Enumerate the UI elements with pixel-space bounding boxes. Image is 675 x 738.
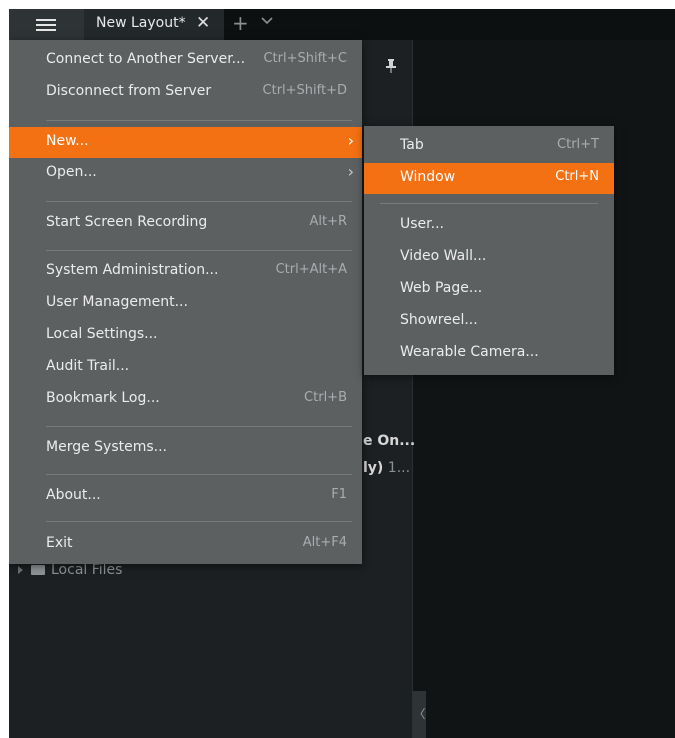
submenu-item-web-page[interactable]: Web Page...: [364, 274, 614, 305]
menu-item-local-settings[interactable]: Local Settings...: [9, 320, 362, 351]
tab-label: New Layout*: [96, 15, 186, 31]
menu-item-shortcut: Ctrl+Shift+C: [263, 51, 347, 66]
submenu-item-video-wall[interactable]: Video Wall...: [364, 242, 614, 273]
menu-item-screen-recording[interactable]: Start Screen Recording Alt+R: [9, 208, 362, 239]
menu-item-system-administration[interactable]: System Administration... Ctrl+Alt+A: [9, 256, 362, 287]
menu-item-label: Start Screen Recording: [46, 214, 208, 230]
chevron-down-icon[interactable]: [259, 13, 275, 29]
tree-item-partial-2-text: ly): [363, 460, 384, 476]
tree-item-partial: e On...: [363, 433, 416, 449]
tree-item-local-files[interactable]: Local Files: [18, 562, 122, 578]
app-window: New Layout* ✕ + e On... ly) 1... Local F…: [9, 9, 675, 738]
menu-item-bookmark-log[interactable]: Bookmark Log... Ctrl+B: [9, 384, 362, 415]
menu-item-label: Local Settings...: [46, 326, 158, 342]
submenu-item-user[interactable]: User...: [364, 210, 614, 241]
close-icon[interactable]: ✕: [196, 13, 210, 33]
menu-item-connect[interactable]: Connect to Another Server... Ctrl+Shift+…: [9, 45, 362, 76]
chevron-left-icon: 〈: [413, 707, 426, 721]
menu-item-label: Showreel...: [400, 312, 478, 328]
menu-item-shortcut: Ctrl+T: [557, 137, 599, 152]
menu-separator: [46, 201, 352, 202]
menu-item-exit[interactable]: Exit Alt+F4: [9, 529, 362, 560]
menu-separator: [46, 474, 352, 475]
menu-item-label: About...: [46, 487, 101, 503]
submenu-item-wearable-camera[interactable]: Wearable Camera...: [364, 338, 614, 369]
menu-item-open[interactable]: Open... ›: [9, 158, 362, 189]
menu-item-about[interactable]: About... F1: [9, 481, 362, 512]
menu-item-user-management[interactable]: User Management...: [9, 288, 362, 319]
menu-item-shortcut: Ctrl+B: [304, 390, 347, 405]
menu-item-label: Disconnect from Server: [46, 83, 212, 99]
menu-item-label: Connect to Another Server...: [46, 51, 246, 67]
menu-item-label: User...: [400, 216, 444, 232]
menu-item-label: Window: [400, 169, 456, 185]
menu-item-shortcut: Ctrl+Alt+A: [275, 262, 347, 277]
folder-icon: [31, 565, 45, 575]
menu-item-label: Exit: [46, 535, 73, 551]
menu-item-label: Video Wall...: [400, 248, 487, 264]
menu-item-label: User Management...: [46, 294, 188, 310]
menu-item-label: Wearable Camera...: [400, 344, 539, 360]
menu-item-label: Bookmark Log...: [46, 390, 160, 406]
menu-item-shortcut: Ctrl+N: [555, 169, 599, 184]
tree-item-partial-2-extra: 1...: [387, 460, 411, 476]
menu-item-label: Web Page...: [400, 280, 483, 296]
menu-item-disconnect[interactable]: Disconnect from Server Ctrl+Shift+D: [9, 77, 362, 108]
local-files-label: Local Files: [51, 562, 123, 578]
menu-separator: [46, 120, 352, 121]
main-menu: Connect to Another Server... Ctrl+Shift+…: [9, 40, 362, 564]
menu-item-label: Audit Trail...: [46, 358, 130, 374]
menu-item-shortcut: Alt+R: [309, 214, 347, 229]
new-submenu: Tab Ctrl+T Window Ctrl+N User... Video W…: [364, 126, 614, 375]
title-bar: New Layout* ✕ +: [9, 9, 675, 40]
menu-item-label: Tab: [400, 137, 424, 153]
menu-item-shortcut: Alt+F4: [302, 535, 347, 550]
submenu-item-window[interactable]: Window Ctrl+N: [364, 163, 614, 194]
submenu-item-showreel[interactable]: Showreel...: [364, 306, 614, 337]
submenu-item-tab[interactable]: Tab Ctrl+T: [364, 131, 614, 162]
menu-item-new[interactable]: New... ›: [9, 127, 362, 158]
menu-item-label: Open...: [46, 164, 97, 180]
menu-separator: [380, 203, 598, 204]
menu-item-shortcut: F1: [331, 487, 347, 502]
menu-item-merge-systems[interactable]: Merge Systems...: [9, 433, 362, 464]
tree-item-partial-2: ly) 1...: [363, 460, 410, 476]
chevron-right-icon: ›: [347, 162, 354, 181]
tab-new-layout[interactable]: New Layout* ✕: [84, 9, 224, 40]
menu-item-audit-trail[interactable]: Audit Trail...: [9, 352, 362, 383]
menu-item-label: System Administration...: [46, 262, 219, 278]
menu-separator: [46, 426, 352, 427]
expand-arrow-icon[interactable]: [18, 566, 23, 574]
menu-separator: [46, 250, 352, 251]
hamburger-icon: [36, 19, 56, 31]
menu-item-shortcut: Ctrl+Shift+D: [262, 83, 347, 98]
main-menu-button[interactable]: [9, 9, 84, 40]
pin-icon[interactable]: [385, 59, 397, 73]
collapse-panel-button[interactable]: 〈: [413, 691, 426, 738]
chevron-right-icon: ›: [347, 131, 354, 150]
add-tab-button[interactable]: +: [232, 11, 249, 35]
menu-item-label: New...: [46, 133, 89, 149]
menu-item-label: Merge Systems...: [46, 439, 168, 455]
menu-separator: [46, 521, 352, 522]
